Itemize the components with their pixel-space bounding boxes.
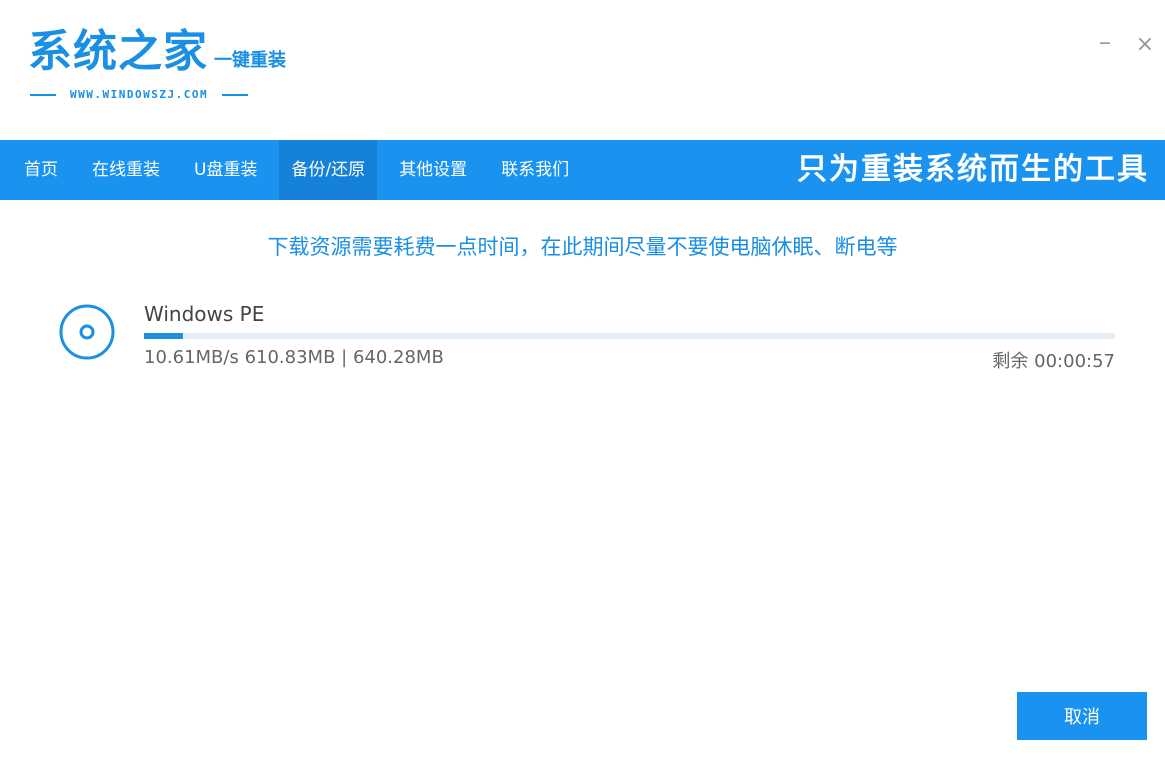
close-button[interactable]: × [1125, 30, 1165, 60]
logo-dash-right [222, 93, 249, 96]
download-stats: 10.61MB/s 610.83MB | 640.28MB [144, 347, 444, 368]
logo-url: WWW.WINDOWSZJ.COM [70, 88, 209, 101]
nav-tabs: 首页 在线重装 U盘重装 备份/还原 其他设置 联系我们 [0, 140, 591, 200]
logo-dash-left [30, 93, 56, 96]
logo-row: 系统之家 一键重装 [28, 28, 286, 76]
disc-icon [59, 304, 115, 360]
tab-backup-restore[interactable]: 备份/还原 [279, 140, 378, 200]
minimize-button[interactable]: – [1085, 30, 1125, 60]
cancel-button[interactable]: 取消 [1017, 692, 1147, 740]
window-controls: – × [1085, 30, 1165, 60]
tab-contact-us[interactable]: 联系我们 [489, 140, 581, 200]
tab-other-settings[interactable]: 其他设置 [387, 140, 479, 200]
logo-subtitle: 一键重装 [214, 50, 286, 71]
tab-online-reinstall[interactable]: 在线重装 [80, 140, 172, 200]
notice-text: 下载资源需要耗费一点时间，在此期间尽量不要使电脑休眠、断电等 [267, 235, 898, 259]
app-window: 系统之家 一键重装 WWW.WINDOWSZJ.COM – × 首页 在线重装 … [0, 0, 1165, 764]
download-progress-bar [144, 333, 1115, 339]
logo-title: 系统之家 [28, 26, 208, 77]
tab-usb-reinstall[interactable]: U盘重装 [182, 140, 269, 200]
download-item-name: Windows PE [144, 302, 265, 326]
download-progress-fill [144, 333, 183, 339]
download-remaining-time: 剩余 00:00:57 [992, 351, 1115, 372]
logo: 系统之家 一键重装 WWW.WINDOWSZJ.COM [28, 28, 286, 102]
logo-url-row: WWW.WINDOWSZJ.COM [30, 88, 286, 101]
nav-bar: 首页 在线重装 U盘重装 备份/还原 其他设置 联系我们 只为重装系统而生的工具 [0, 140, 1165, 200]
slogan: 只为重装系统而生的工具 [797, 152, 1149, 187]
tab-home[interactable]: 首页 [12, 140, 70, 200]
